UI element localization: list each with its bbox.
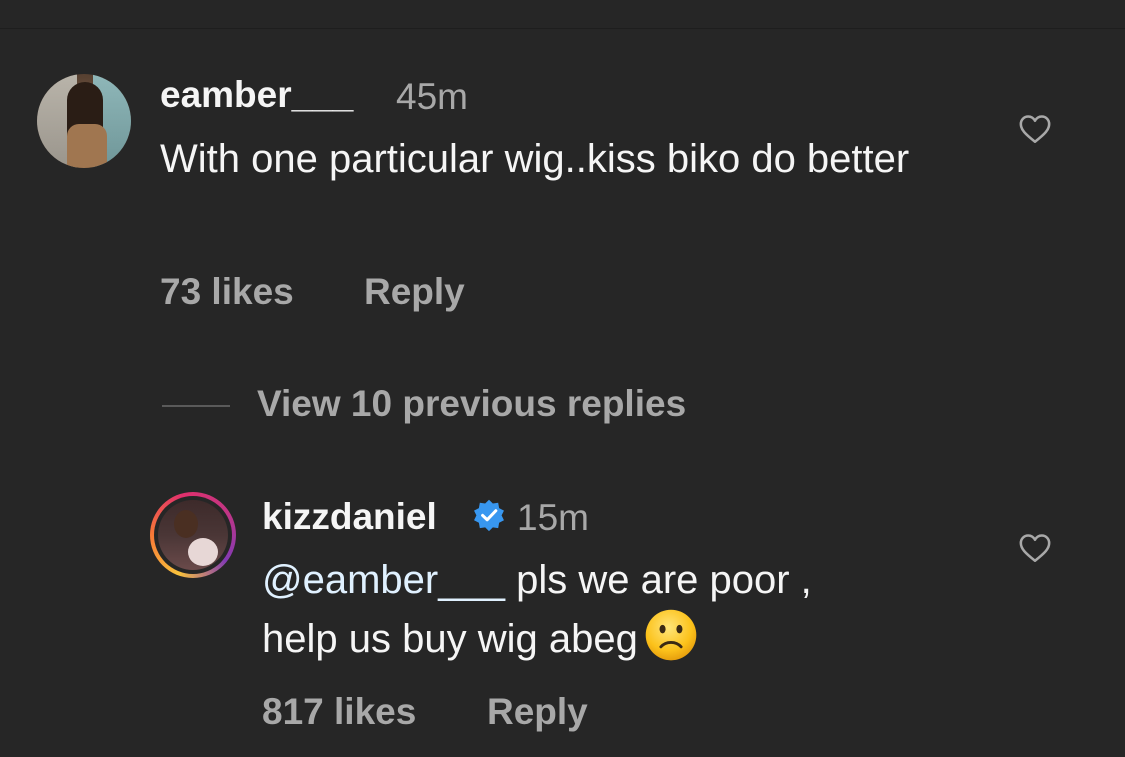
likes-count[interactable]: 817 likes (262, 691, 416, 733)
likes-count[interactable]: 73 likes (160, 271, 294, 313)
top-divider (0, 28, 1125, 29)
comment-username[interactable]: eamber___ (160, 74, 353, 116)
heart-outline-icon[interactable] (1017, 531, 1053, 565)
heart-outline-icon[interactable] (1017, 112, 1053, 146)
slightly-frowning-face-emoji (645, 609, 697, 661)
avatar-eamber[interactable] (37, 74, 131, 168)
avatar-figure (174, 510, 198, 538)
comment-text-line: help us buy wig abeg (262, 608, 982, 667)
mention-link[interactable]: @eamber___ (262, 558, 505, 602)
reply-button[interactable]: Reply (364, 271, 465, 313)
comment-text-segment: help us buy wig abeg (262, 617, 638, 661)
verified-badge-icon (474, 499, 504, 532)
comment-text: With one particular wig..kiss biko do be… (160, 137, 910, 181)
avatar-kizzdaniel[interactable] (150, 492, 236, 578)
comment-text-segment: pls we are poor , (504, 558, 812, 602)
replies-divider (162, 405, 230, 407)
comment-timestamp: 15m (517, 497, 589, 538)
comment-text: @eamber___ pls we are poor , help us buy… (262, 552, 982, 667)
comment-text-line: @eamber___ pls we are poor , (262, 552, 982, 608)
comment-timestamp: 45m (396, 76, 468, 117)
comment-username[interactable]: kizzdaniel (262, 496, 437, 538)
avatar-figure (67, 124, 107, 168)
avatar-figure (188, 538, 218, 566)
avatar-photo (158, 500, 228, 570)
reply-button[interactable]: Reply (487, 691, 588, 733)
view-replies-label[interactable]: View 10 previous replies (257, 383, 686, 425)
